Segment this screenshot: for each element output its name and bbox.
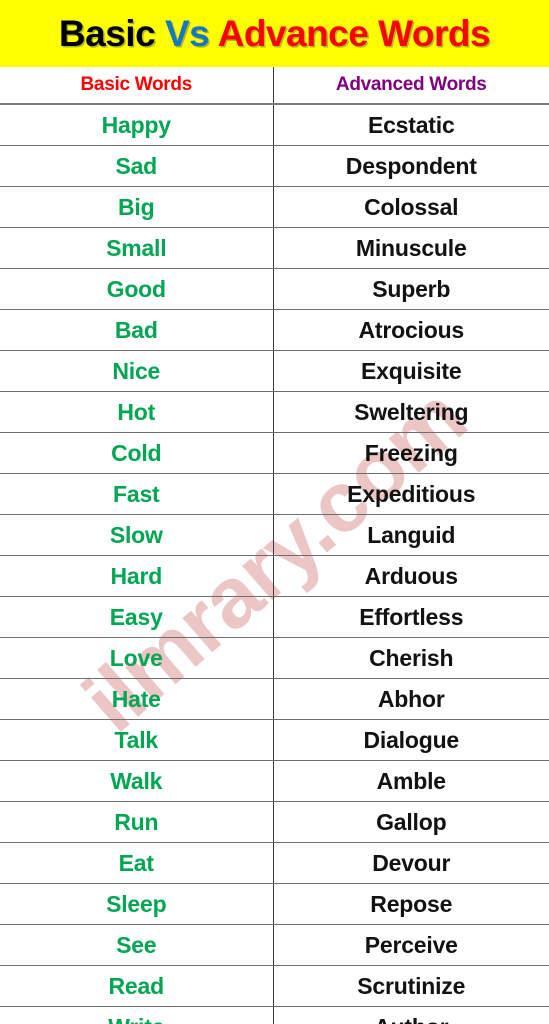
cell-advanced-word: Effortless	[273, 596, 549, 638]
cell-advanced-word: Devour	[273, 842, 549, 884]
page-title: Basic Vs Advance Words	[58, 12, 491, 55]
cell-basic-word: Walk	[0, 760, 274, 802]
title-word-vs: Vs	[164, 12, 218, 54]
cell-basic-word: Write	[0, 1006, 274, 1024]
title-banner: Basic Vs Advance Words	[0, 0, 549, 67]
table-row: Hard Arduous	[0, 555, 549, 597]
table-row: Read Scrutinize	[0, 965, 549, 1007]
table-row: WriteAuthor	[0, 1006, 549, 1024]
cell-advanced-word: Sweltering	[273, 391, 549, 433]
cell-basic-word: Talk	[0, 719, 274, 761]
title-word-basic: Basic	[58, 12, 165, 54]
table-row: Fast Expeditious	[0, 473, 549, 515]
cell-basic-word: Read	[0, 965, 274, 1007]
cell-advanced-word: Arduous	[273, 555, 549, 597]
table-row: See Perceive	[0, 924, 549, 966]
cell-advanced-word: Perceive	[273, 924, 549, 966]
cell-basic-word: Eat	[0, 842, 274, 884]
word-list-infographic: Basic Vs Advance Words ilmrary.com Basic…	[0, 0, 549, 1024]
cell-basic-word: Fast	[0, 473, 274, 515]
table-row: Talk Dialogue	[0, 719, 549, 761]
title-word-advance: Advance Words	[217, 12, 491, 54]
table-row: Walk Amble	[0, 760, 549, 802]
table-row: Sad Despondent	[0, 145, 549, 187]
cell-advanced-word: Despondent	[273, 145, 549, 187]
column-header-basic-words: Basic Words	[0, 67, 274, 105]
cell-basic-word: Sad	[0, 145, 274, 187]
table-row: Bad Atrocious	[0, 309, 549, 351]
cell-advanced-word: Dialogue	[273, 719, 549, 761]
table-row: Eat Devour	[0, 842, 549, 884]
cell-basic-word: Big	[0, 186, 274, 228]
table-body: Happy Ecstatic Sad Despondent Big Colossal Sma…	[0, 104, 549, 1024]
cell-basic-word: Nice	[0, 350, 274, 392]
cell-basic-word: Cold	[0, 432, 274, 474]
cell-advanced-word: Exquisite	[273, 350, 549, 392]
cell-advanced-word: Repose	[273, 883, 549, 925]
cell-basic-word: Good	[0, 268, 274, 310]
table-row: Sleep Repose	[0, 883, 549, 925]
cell-basic-word: Run	[0, 801, 274, 843]
cell-advanced-word: Abhor	[273, 678, 549, 720]
cell-advanced-word: Colossal	[273, 186, 549, 228]
table-row: Cold Freezing	[0, 432, 549, 474]
cell-basic-word: Slow	[0, 514, 274, 556]
cell-basic-word: Sleep	[0, 883, 274, 925]
cell-basic-word: Happy	[0, 104, 274, 146]
cell-advanced-word: Expeditious	[273, 473, 549, 515]
cell-advanced-word: Ecstatic	[273, 104, 549, 146]
cell-basic-word: Hard	[0, 555, 274, 597]
table-row: Run Gallop	[0, 801, 549, 843]
table-row: Happy Ecstatic	[0, 104, 549, 146]
table-row: Nice Exquisite	[0, 350, 549, 392]
cell-basic-word: Bad	[0, 309, 274, 351]
cell-basic-word: Love	[0, 637, 274, 679]
cell-basic-word: Hate	[0, 678, 274, 720]
table-row: Hot Sweltering	[0, 391, 549, 433]
column-header-advanced-words: Advanced Words	[273, 67, 549, 105]
cell-advanced-word: Superb	[273, 268, 549, 310]
table-header-row: Basic Words Advanced Words	[0, 67, 549, 105]
cell-basic-word: Easy	[0, 596, 274, 638]
table-row: Good Superb	[0, 268, 549, 310]
word-comparison-table: Basic Words Advanced Words Happy Ecstatic…	[0, 67, 549, 1024]
cell-basic-word: Hot	[0, 391, 274, 433]
cell-advanced-word: Freezing	[273, 432, 549, 474]
cell-advanced-word: Scrutinize	[273, 965, 549, 1007]
cell-basic-word: See	[0, 924, 274, 966]
cell-basic-word: Small	[0, 227, 274, 269]
cell-advanced-word: Amble	[273, 760, 549, 802]
cell-advanced-word: Cherish	[273, 637, 549, 679]
table-row: Small Minuscule	[0, 227, 549, 269]
table-row: Easy Effortless	[0, 596, 549, 638]
cell-advanced-word: Atrocious	[273, 309, 549, 351]
table-row: Big Colossal	[0, 186, 549, 228]
table-row: Hate Abhor	[0, 678, 549, 720]
cell-advanced-word: Gallop	[273, 801, 549, 843]
table-row: Slow Languid	[0, 514, 549, 556]
cell-advanced-word: Minuscule	[273, 227, 549, 269]
table-row: Love Cherish	[0, 637, 549, 679]
cell-advanced-word: Languid	[273, 514, 549, 556]
cell-advanced-word: Author	[273, 1007, 549, 1024]
